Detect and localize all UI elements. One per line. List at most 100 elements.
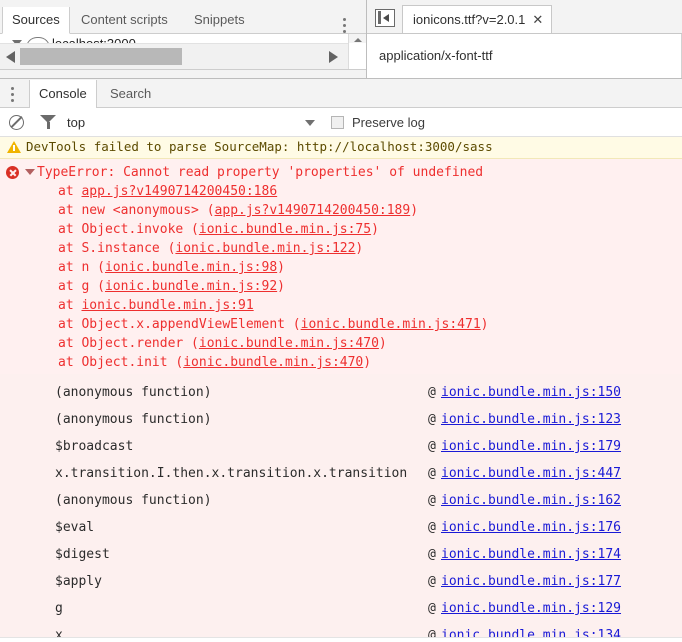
caller-name: (anonymous function) <box>55 493 212 508</box>
caller-stack-list: (anonymous function) @ ionic.bundle.min.js… <box>0 374 682 642</box>
caller-at-symbol: @ <box>428 574 436 589</box>
stack-frame[interactable]: at S.instance (ionic.bundle.min.js:122) <box>0 239 682 258</box>
stack-frame-prefix: at Object.init ( <box>58 355 184 370</box>
caller-name: (anonymous function) <box>55 412 212 427</box>
close-icon[interactable]: ✕ <box>532 6 543 34</box>
caller-at-symbol: @ <box>428 520 436 535</box>
tab-snippets[interactable]: Snippets <box>185 7 254 33</box>
stack-frame-link[interactable]: ionic.bundle.min.js:470 <box>199 336 379 351</box>
stack-frame[interactable]: at Object.render (ionic.bundle.min.js:47… <box>0 334 682 353</box>
caller-source-link[interactable]: ionic.bundle.min.js:176 <box>441 514 621 541</box>
show-navigator-icon[interactable] <box>375 9 395 27</box>
stack-frame-link[interactable]: ionic.bundle.min.js:470 <box>183 355 363 370</box>
stack-frame-suffix: ) <box>410 203 419 218</box>
stack-frame[interactable]: at ionic.bundle.min.js:91 <box>0 296 682 315</box>
resource-mime-type: application/x-font-ttf <box>379 48 493 63</box>
caller-source-link[interactable]: ionic.bundle.min.js:129 <box>441 595 621 622</box>
caller-row[interactable]: $apply @ ionic.bundle.min.js:177 <box>0 568 682 595</box>
kebab-dot <box>343 18 346 21</box>
stack-frame-prefix: at <box>58 298 82 313</box>
stack-frame-link[interactable]: app.js?v1490714200450:186 <box>81 184 277 199</box>
tab-search[interactable]: Search <box>101 80 160 108</box>
warning-exclamation <box>13 145 15 151</box>
console-bottom-edge <box>0 637 682 642</box>
filter-funnel-icon[interactable] <box>40 115 56 130</box>
kebab-dot <box>11 87 14 90</box>
stack-frame[interactable]: at g (ionic.bundle.min.js:92) <box>0 277 682 296</box>
stack-frame[interactable]: at n (ionic.bundle.min.js:98) <box>0 258 682 277</box>
stack-frame-link[interactable]: ionic.bundle.min.js:98 <box>105 260 277 275</box>
tab-content-scripts[interactable]: Content scripts <box>72 7 177 33</box>
caller-source-link[interactable]: ionic.bundle.min.js:162 <box>441 487 621 514</box>
tab-sources[interactable]: Sources <box>2 7 70 34</box>
caller-row[interactable]: (anonymous function) @ ionic.bundle.min.js… <box>0 379 682 406</box>
caller-source-link[interactable]: ionic.bundle.min.js:123 <box>441 406 621 433</box>
caller-source-link[interactable]: ionic.bundle.min.js:174 <box>441 541 621 568</box>
caller-name: x.transition.I.then.x.transition.x.trans… <box>55 466 408 481</box>
stack-frame-link[interactable]: ionic.bundle.min.js:92 <box>105 279 277 294</box>
scrollbar-corner <box>348 43 367 69</box>
triangle-up-icon <box>354 38 362 42</box>
triangle-down-icon[interactable] <box>25 169 35 175</box>
stack-frame-suffix: ) <box>277 279 285 294</box>
stack-frame[interactable]: at Object.invoke (ionic.bundle.min.js:75… <box>0 220 682 239</box>
resource-panel: ionicons.ttf?v=2.0.1 ✕ application/x-font… <box>367 0 682 78</box>
error-headline: TypeError: Cannot read property 'propert… <box>37 165 484 180</box>
kebab-dot <box>343 24 346 27</box>
stack-frame-prefix: at Object.invoke ( <box>58 222 199 237</box>
stack-frame-suffix: ) <box>378 336 387 351</box>
clear-console-slash <box>10 115 23 128</box>
stack-frame[interactable]: at app.js?v1490714200450:186 <box>0 182 682 201</box>
execution-context-selector[interactable]: top <box>67 114 85 131</box>
preserve-log-label[interactable]: Preserve log <box>352 114 425 131</box>
stack-frame-link[interactable]: ionic.bundle.min.js:75 <box>199 222 371 237</box>
console-warning-message[interactable]: DevTools failed to parse SourceMap: http… <box>0 137 682 159</box>
horizontal-scrollbar[interactable] <box>0 43 348 70</box>
chevron-down-icon[interactable] <box>305 120 315 126</box>
scroll-right-arrow-icon[interactable] <box>329 51 338 63</box>
stack-frame-suffix: ) <box>363 355 372 370</box>
stack-frame-link[interactable]: ionic.bundle.min.js:122 <box>175 241 355 256</box>
preserve-log-checkbox[interactable] <box>331 116 344 129</box>
stack-frame[interactable]: at Object.x.appendViewElement (ionic.bun… <box>0 315 682 334</box>
scrollbar-thumb[interactable] <box>20 48 182 65</box>
sources-tabbar: Sources Content scripts Snippets <box>0 7 366 34</box>
caller-row[interactable]: (anonymous function) @ ionic.bundle.min.js… <box>0 406 682 433</box>
stack-frame[interactable]: at Object.init (ionic.bundle.min.js:470) <box>0 353 682 372</box>
stack-frame-link[interactable]: ionic.bundle.min.js:471 <box>301 317 481 332</box>
stack-frame-suffix: ) <box>371 222 379 237</box>
scroll-left-arrow-icon[interactable] <box>6 51 15 63</box>
caller-at-symbol: @ <box>428 493 436 508</box>
caller-source-link[interactable]: ionic.bundle.min.js:150 <box>441 379 621 406</box>
resource-tab-ionicons[interactable]: ionicons.ttf?v=2.0.1 ✕ <box>402 5 553 34</box>
tab-console[interactable]: Console <box>29 80 97 109</box>
warning-message-text: DevTools failed to parse SourceMap: http… <box>26 139 493 154</box>
console-message-list[interactable]: DevTools failed to parse SourceMap: http… <box>0 137 682 642</box>
caller-at-symbol: @ <box>428 385 436 400</box>
caller-row[interactable]: $digest @ ionic.bundle.min.js:174 <box>0 541 682 568</box>
stack-frame-prefix: at Object.x.appendViewElement ( <box>58 317 301 332</box>
caller-at-symbol: @ <box>428 466 436 481</box>
funnel-stem <box>46 122 50 129</box>
caller-source-link[interactable]: ionic.bundle.min.js:179 <box>441 433 621 460</box>
kebab-menu-icon[interactable] <box>338 15 352 35</box>
caller-row[interactable]: x.transition.I.then.x.transition.x.trans… <box>0 460 682 487</box>
caller-at-symbol: @ <box>428 412 436 427</box>
stack-frame[interactable]: at new <anonymous> (app.js?v149071420045… <box>0 201 682 220</box>
caller-name: g <box>55 601 63 616</box>
resource-content-area: application/x-font-ttf <box>367 34 682 78</box>
stack-frame-suffix: ) <box>277 260 285 275</box>
stack-frame-prefix: at n ( <box>58 260 105 275</box>
triangle-left-icon <box>383 14 389 22</box>
console-error-message[interactable]: TypeError: Cannot read property 'propert… <box>0 159 682 374</box>
caller-row[interactable]: $eval @ ionic.bundle.min.js:176 <box>0 514 682 541</box>
stack-frame-link[interactable]: ionic.bundle.min.js:91 <box>81 298 253 313</box>
caller-row[interactable]: $broadcast @ ionic.bundle.min.js:179 <box>0 433 682 460</box>
caller-row[interactable]: (anonymous function) @ ionic.bundle.min.js… <box>0 487 682 514</box>
stack-frame-link[interactable]: app.js?v1490714200450:189 <box>215 203 411 218</box>
caller-source-link[interactable]: ionic.bundle.min.js:447 <box>441 460 621 487</box>
caller-row[interactable]: g @ ionic.bundle.min.js:129 <box>0 595 682 622</box>
caller-source-link[interactable]: ionic.bundle.min.js:177 <box>441 568 621 595</box>
kebab-menu-icon[interactable] <box>6 84 20 104</box>
clear-console-icon[interactable] <box>9 115 24 130</box>
